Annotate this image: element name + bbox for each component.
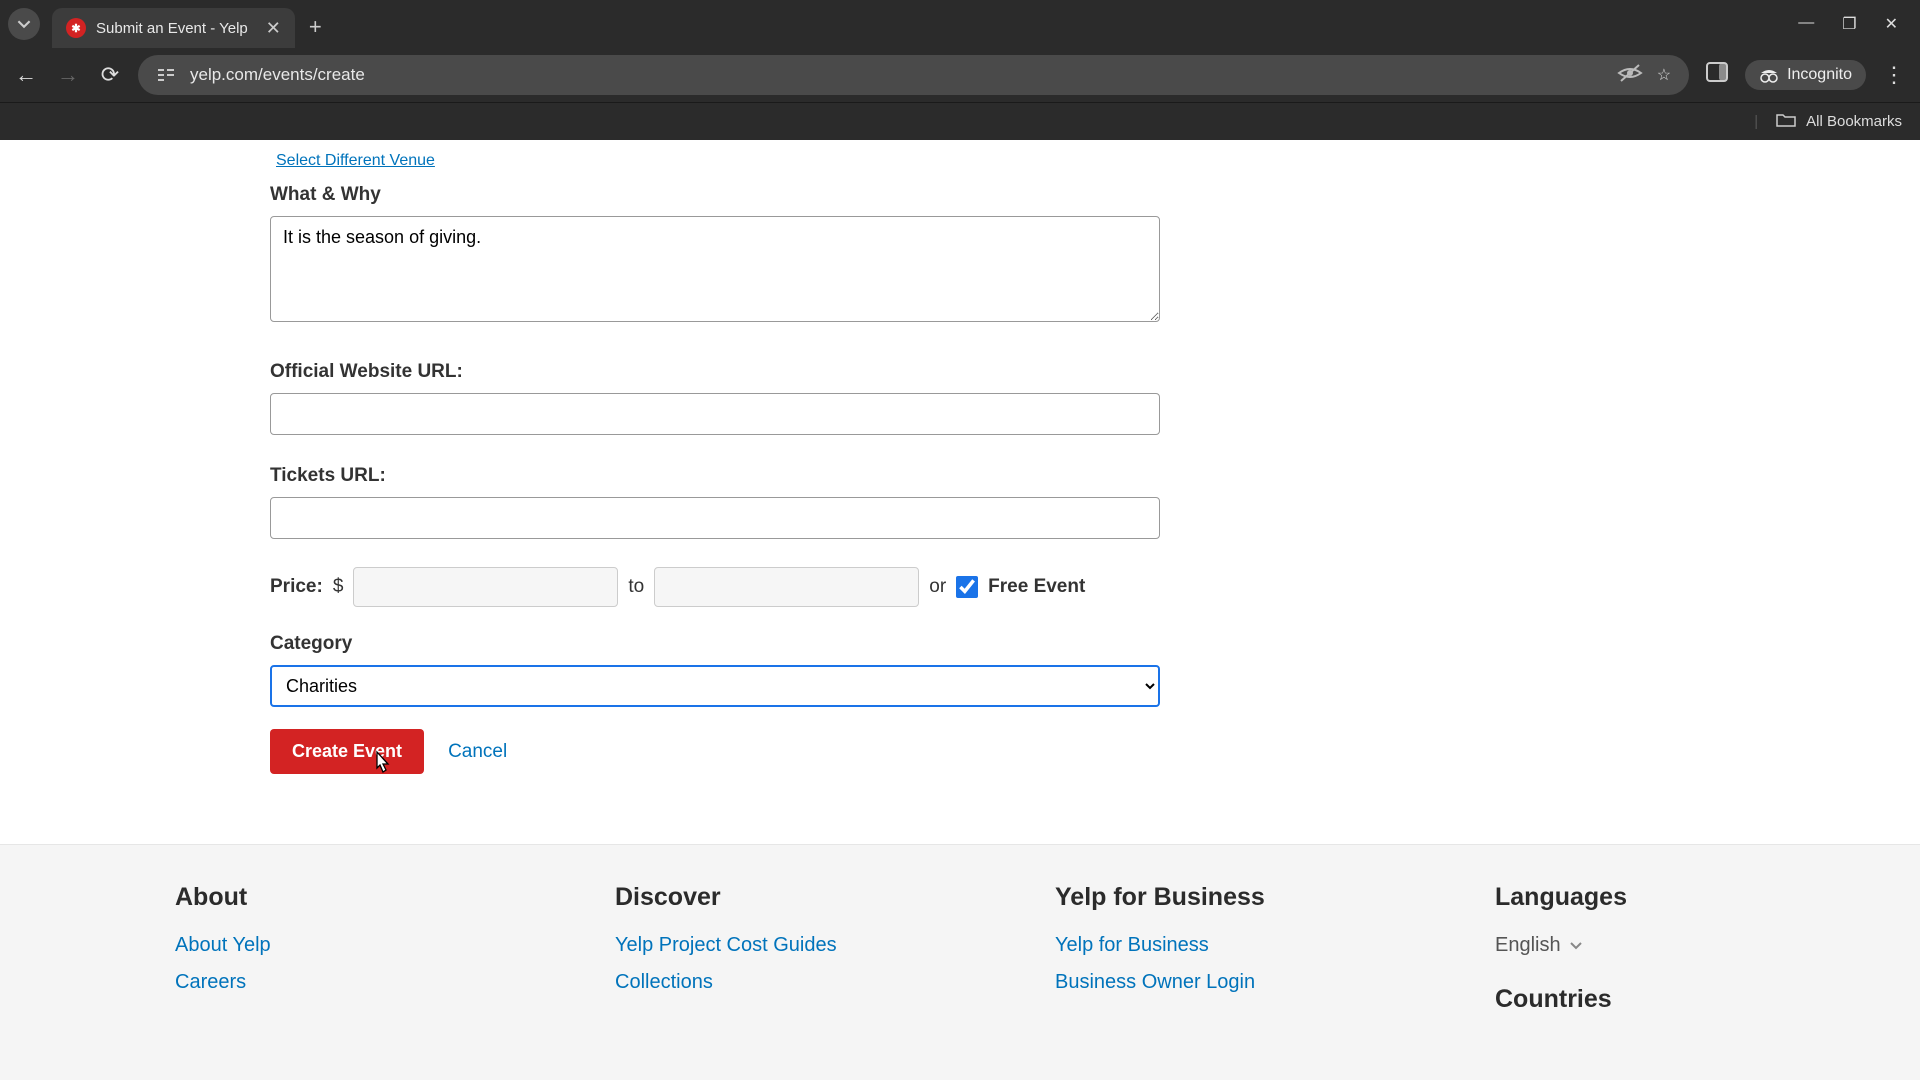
close-tab-icon[interactable]: ✕: [266, 18, 281, 39]
footer-link-about-yelp[interactable]: About Yelp: [175, 934, 555, 957]
bookmarks-bar: | All Bookmarks: [0, 102, 1920, 140]
free-event-label: Free Event: [988, 576, 1085, 598]
address-bar-row: ← → ⟳ yelp.com/events/create ☆ Incognito…: [0, 48, 1920, 102]
tab-search-button[interactable]: [8, 8, 40, 40]
minimize-icon[interactable]: —: [1798, 14, 1814, 34]
tickets-url-input[interactable]: [270, 497, 1160, 539]
footer: About About Yelp Careers Discover Yelp P…: [0, 844, 1920, 1080]
back-button[interactable]: ←: [12, 62, 40, 88]
chevron-down-icon: [1569, 934, 1583, 957]
free-event-checkbox[interactable]: [956, 576, 978, 598]
price-label: Price:: [270, 576, 323, 598]
footer-business-col: Yelp for Business Yelp for Business Busi…: [1055, 883, 1435, 1036]
what-why-textarea[interactable]: [270, 216, 1160, 322]
all-bookmarks-link[interactable]: All Bookmarks: [1806, 113, 1902, 130]
browser-tab[interactable]: ✱ Submit an Event - Yelp ✕: [52, 8, 295, 48]
reload-button[interactable]: ⟳: [96, 62, 124, 88]
tab-title: Submit an Event - Yelp: [96, 20, 248, 37]
incognito-label: Incognito: [1787, 66, 1852, 84]
footer-link-yelp-business[interactable]: Yelp for Business: [1055, 934, 1435, 957]
url-text: yelp.com/events/create: [190, 65, 1603, 85]
footer-link-collections[interactable]: Collections: [615, 971, 995, 994]
page-content: Select Different Venue What & Why Offici…: [0, 140, 1920, 1080]
footer-languages-head: Languages: [1495, 883, 1745, 912]
footer-about-col: About About Yelp Careers: [175, 883, 555, 1036]
category-select[interactable]: Charities: [270, 665, 1160, 707]
incognito-eye-icon[interactable]: [1617, 63, 1643, 88]
address-bar[interactable]: yelp.com/events/create ☆: [138, 55, 1689, 95]
browser-chrome: ✱ Submit an Event - Yelp ✕ + — ❐ ✕ ← → ⟳…: [0, 0, 1920, 140]
window-controls: — ❐ ✕: [1798, 14, 1920, 34]
yelp-favicon-icon: ✱: [66, 18, 86, 38]
side-panel-icon[interactable]: [1703, 62, 1731, 88]
language-selector[interactable]: English: [1495, 934, 1745, 957]
event-form: Select Different Venue What & Why Offici…: [270, 140, 1190, 774]
action-row: Create Event Cancel: [270, 729, 1190, 774]
create-event-button[interactable]: Create Event: [270, 729, 424, 774]
new-tab-button[interactable]: +: [309, 14, 322, 40]
close-window-icon[interactable]: ✕: [1885, 14, 1898, 34]
tab-bar: ✱ Submit an Event - Yelp ✕ + — ❐ ✕: [0, 0, 1920, 48]
maximize-icon[interactable]: ❐: [1842, 14, 1856, 34]
menu-icon[interactable]: ⋮: [1880, 62, 1908, 88]
what-why-label: What & Why: [270, 184, 1190, 206]
footer-discover-col: Discover Yelp Project Cost Guides Collec…: [615, 883, 995, 1036]
price-to-input[interactable]: [654, 567, 919, 607]
folder-icon: [1776, 112, 1796, 132]
footer-link-owner-login[interactable]: Business Owner Login: [1055, 971, 1435, 994]
select-different-venue-link[interactable]: Select Different Venue: [276, 152, 435, 169]
footer-countries-head: Countries: [1495, 985, 1745, 1014]
footer-about-head: About: [175, 883, 555, 912]
forward-button: →: [54, 62, 82, 88]
footer-languages-col: Languages English Countries: [1495, 883, 1745, 1036]
price-from-input[interactable]: [353, 567, 618, 607]
category-label: Category: [270, 633, 1190, 655]
footer-link-careers[interactable]: Careers: [175, 971, 555, 994]
site-info-icon[interactable]: [156, 66, 176, 84]
language-selected: English: [1495, 934, 1561, 957]
incognito-badge[interactable]: Incognito: [1745, 60, 1866, 90]
cancel-link[interactable]: Cancel: [448, 741, 507, 763]
tickets-url-label: Tickets URL:: [270, 465, 1190, 487]
bookmark-star-icon[interactable]: ☆: [1657, 65, 1671, 85]
or-text: or: [929, 576, 946, 598]
footer-business-head: Yelp for Business: [1055, 883, 1435, 912]
website-url-label: Official Website URL:: [270, 361, 1190, 383]
currency-symbol: $: [333, 576, 344, 598]
to-text: to: [628, 576, 644, 598]
footer-link-cost-guides[interactable]: Yelp Project Cost Guides: [615, 934, 995, 957]
website-url-input[interactable]: [270, 393, 1160, 435]
price-row: Price: $ to or Free Event: [270, 567, 1190, 607]
footer-discover-head: Discover: [615, 883, 995, 912]
